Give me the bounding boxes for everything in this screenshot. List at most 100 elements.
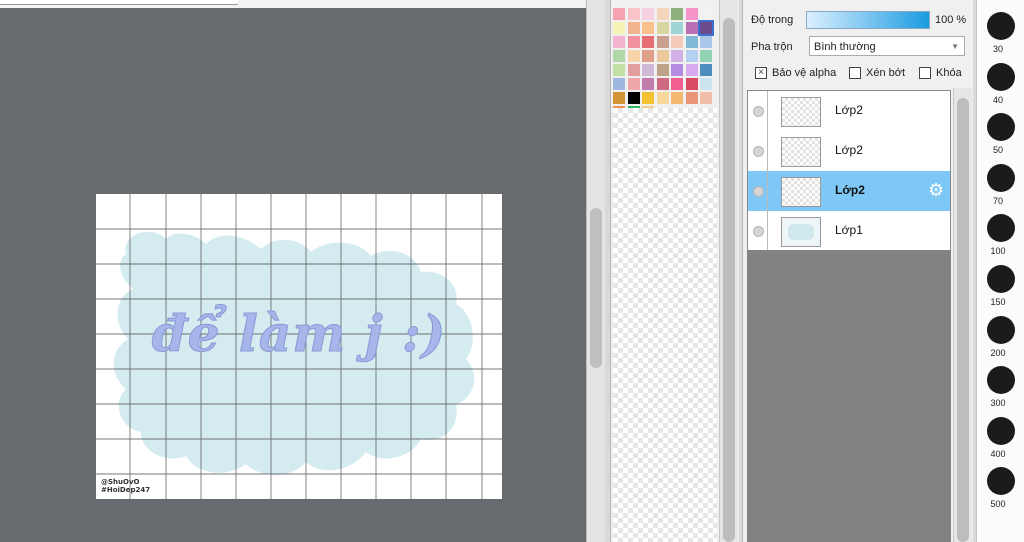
color-swatch[interactable] bbox=[642, 64, 654, 76]
color-swatch[interactable] bbox=[656, 50, 669, 62]
scrollbar-thumb[interactable] bbox=[723, 18, 735, 542]
color-swatch[interactable] bbox=[685, 64, 698, 76]
color-palette-panel bbox=[610, 0, 739, 542]
brush-size-option[interactable]: 300 bbox=[977, 358, 1024, 408]
color-swatch[interactable] bbox=[700, 64, 712, 76]
color-swatch[interactable] bbox=[627, 36, 640, 48]
brush-dot-icon bbox=[987, 62, 1015, 91]
color-swatch[interactable] bbox=[642, 92, 654, 104]
color-swatch[interactable] bbox=[656, 8, 669, 20]
gear-icon[interactable]: ⚙ bbox=[928, 180, 944, 200]
layer-row[interactable]: Lớp2 bbox=[748, 91, 950, 132]
color-swatch[interactable] bbox=[627, 78, 640, 90]
color-swatch[interactable] bbox=[642, 22, 654, 34]
color-swatch[interactable] bbox=[671, 8, 683, 20]
color-swatch[interactable] bbox=[613, 92, 625, 104]
color-swatch[interactable] bbox=[656, 64, 669, 76]
clipping-checkbox[interactable] bbox=[849, 67, 861, 79]
color-swatch[interactable] bbox=[642, 8, 654, 20]
color-swatch[interactable] bbox=[642, 78, 654, 90]
color-swatch[interactable] bbox=[671, 50, 683, 62]
brush-dot-icon bbox=[987, 366, 1015, 395]
lock-checkbox[interactable] bbox=[919, 67, 931, 79]
chevron-down-icon: ▼ bbox=[951, 42, 959, 51]
layer-panel: Độ trong 100 % Pha trộn Bình thường ▼ × … bbox=[742, 0, 973, 542]
color-swatch[interactable] bbox=[642, 50, 654, 62]
brush-size-option[interactable]: 400 bbox=[977, 409, 1024, 459]
brush-size-option[interactable]: 200 bbox=[977, 308, 1024, 358]
color-swatch[interactable] bbox=[698, 20, 714, 36]
color-swatch[interactable] bbox=[700, 50, 712, 62]
color-swatch[interactable] bbox=[671, 36, 683, 48]
brush-dot-icon bbox=[987, 163, 1015, 192]
color-swatch[interactable] bbox=[685, 92, 698, 104]
brush-dot-icon bbox=[987, 315, 1015, 344]
layer-scrollbar[interactable] bbox=[953, 88, 972, 542]
brush-size-option[interactable]: 30 bbox=[977, 4, 1024, 54]
scrollbar-thumb[interactable] bbox=[590, 208, 602, 368]
color-swatch[interactable] bbox=[685, 8, 698, 20]
artwork-canvas[interactable]: để làm j :) @ShuOvO #HoiDep247 bbox=[96, 194, 502, 499]
color-swatch[interactable] bbox=[613, 78, 625, 90]
color-swatch[interactable] bbox=[656, 78, 669, 90]
layer-row-selected[interactable]: Lớp2 ⚙ bbox=[748, 171, 950, 212]
brush-size-option[interactable]: 500 bbox=[977, 459, 1024, 509]
color-swatch[interactable] bbox=[656, 92, 669, 104]
color-swatch[interactable] bbox=[685, 50, 698, 62]
brush-size-option[interactable]: 70 bbox=[977, 156, 1024, 206]
brush-size-option[interactable]: 50 bbox=[977, 105, 1024, 155]
color-swatch[interactable] bbox=[613, 64, 625, 76]
color-swatch[interactable] bbox=[700, 92, 712, 104]
brush-size-option[interactable]: 40 bbox=[977, 55, 1024, 105]
visibility-toggle-icon[interactable] bbox=[753, 106, 764, 117]
palette-scrollbar[interactable] bbox=[719, 0, 738, 542]
opacity-label: Độ trong bbox=[751, 14, 794, 26]
color-swatch[interactable] bbox=[627, 8, 640, 20]
color-swatch[interactable] bbox=[671, 92, 683, 104]
color-swatch[interactable] bbox=[656, 22, 669, 34]
layer-row[interactable]: Lớp1 bbox=[748, 211, 950, 252]
brush-size-panel: 30 40 50 70 100 150 200 300 400 500 bbox=[976, 0, 1024, 542]
brush-size-label: 100 bbox=[990, 246, 1006, 257]
color-swatch[interactable] bbox=[642, 36, 654, 48]
brush-size-option[interactable]: 150 bbox=[977, 257, 1024, 307]
layer-name: Lớp2 bbox=[835, 103, 863, 117]
workspace-tab-strip[interactable] bbox=[0, 0, 238, 5]
color-swatch[interactable] bbox=[627, 92, 640, 104]
color-swatch[interactable] bbox=[627, 50, 640, 62]
color-swatch[interactable] bbox=[671, 78, 683, 90]
protect-alpha-checkbox[interactable]: × bbox=[755, 67, 767, 79]
color-swatch[interactable] bbox=[627, 22, 640, 34]
brush-size-option[interactable]: 100 bbox=[977, 206, 1024, 256]
color-swatch[interactable] bbox=[613, 22, 625, 34]
color-swatch[interactable] bbox=[656, 36, 669, 48]
palette-empty-area[interactable] bbox=[613, 108, 717, 542]
color-swatch[interactable] bbox=[685, 78, 698, 90]
workspace-vertical-scrollbar[interactable] bbox=[586, 0, 605, 542]
brush-dot-icon bbox=[987, 265, 1015, 293]
clipping-label: Xén bớt bbox=[866, 67, 906, 79]
color-swatch[interactable] bbox=[700, 8, 712, 20]
opacity-slider[interactable] bbox=[806, 11, 930, 29]
brush-size-label: 200 bbox=[990, 347, 1006, 358]
color-swatch[interactable] bbox=[627, 64, 640, 76]
canvas-workspace[interactable]: để làm j :) @ShuOvO #HoiDep247 bbox=[0, 0, 605, 542]
color-swatch[interactable] bbox=[700, 36, 712, 48]
color-swatch[interactable] bbox=[671, 64, 683, 76]
layer-list-empty-area[interactable] bbox=[747, 250, 951, 542]
color-swatch[interactable] bbox=[685, 36, 698, 48]
color-swatch[interactable] bbox=[613, 36, 625, 48]
blend-mode-select[interactable]: Bình thường ▼ bbox=[809, 36, 965, 56]
scrollbar-thumb[interactable] bbox=[957, 98, 969, 542]
color-swatch[interactable] bbox=[685, 22, 698, 34]
layer-row[interactable]: Lớp2 bbox=[748, 131, 950, 172]
brush-size-label: 500 bbox=[990, 499, 1006, 510]
color-swatch[interactable] bbox=[613, 50, 625, 62]
brush-size-label: 50 bbox=[992, 145, 1003, 156]
visibility-toggle-icon[interactable] bbox=[753, 186, 764, 197]
color-swatch[interactable] bbox=[671, 22, 683, 34]
visibility-toggle-icon[interactable] bbox=[753, 146, 764, 157]
visibility-toggle-icon[interactable] bbox=[753, 226, 764, 237]
color-swatch[interactable] bbox=[700, 78, 712, 90]
color-swatch[interactable] bbox=[613, 8, 625, 20]
